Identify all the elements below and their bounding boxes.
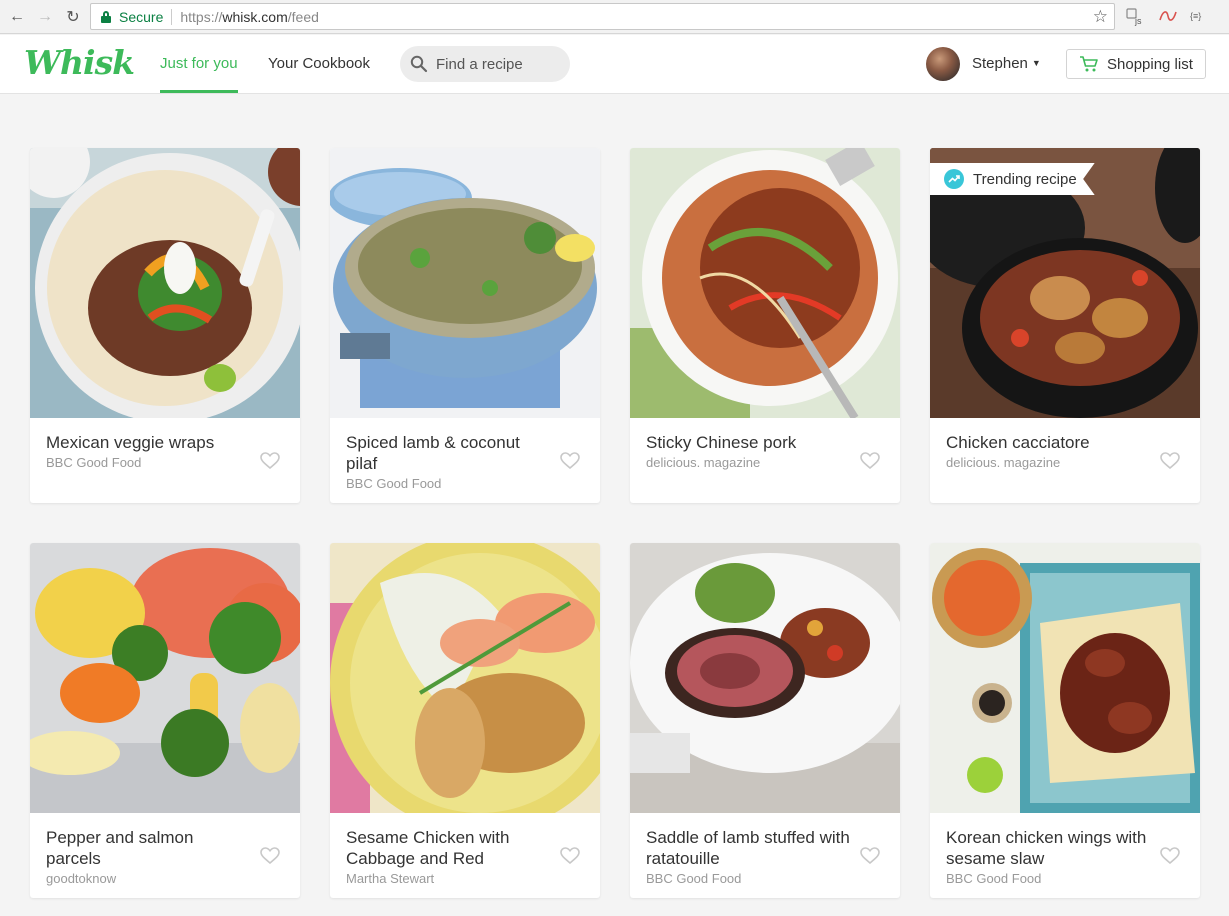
recipe-card[interactable]: Sesame Chicken with Cabbage and Red Mart…: [330, 543, 600, 898]
recipe-image[interactable]: [30, 543, 300, 813]
forward-icon[interactable]: →: [34, 6, 56, 28]
recipe-title[interactable]: Mexican veggie wraps: [46, 432, 250, 453]
user-menu[interactable]: Stephen ▼: [972, 55, 1041, 72]
recipe-image[interactable]: [930, 543, 1200, 813]
favorite-heart-icon[interactable]: [1160, 452, 1180, 470]
trending-badge: Trending recipe: [930, 163, 1095, 195]
secure-label: Secure: [119, 8, 164, 25]
recipe-source: BBC Good Food: [46, 455, 142, 470]
recipe-image[interactable]: [30, 148, 300, 423]
lock-icon: [101, 10, 111, 23]
whisk-logo[interactable]: Whisk: [24, 43, 135, 82]
recipe-title[interactable]: Korean chicken wings with sesame slaw: [946, 827, 1150, 869]
json-extension-icon[interactable]: {≡}: [1190, 11, 1201, 21]
user-name: Stephen: [972, 55, 1028, 72]
favorite-heart-icon[interactable]: [860, 847, 880, 865]
recipe-image[interactable]: [330, 148, 600, 418]
search-icon: [410, 55, 428, 73]
favorite-heart-icon[interactable]: [260, 847, 280, 865]
recipe-card[interactable]: Spiced lamb & coconut pilaf BBC Good Foo…: [330, 148, 600, 503]
shopping-list-button[interactable]: Shopping list: [1066, 49, 1206, 79]
shopping-list-label: Shopping list: [1107, 55, 1193, 73]
favorite-heart-icon[interactable]: [560, 847, 580, 865]
js-extension-icon[interactable]: js: [1126, 8, 1146, 29]
recipe-source: goodtoknow: [46, 871, 117, 886]
favorite-heart-icon[interactable]: [260, 452, 280, 470]
recipe-source: delicious. magazine: [646, 455, 761, 470]
recipe-card[interactable]: Trending recipe Chicken cacciatore delic…: [930, 148, 1200, 503]
search-input[interactable]: [436, 55, 556, 73]
recipe-source: BBC Good Food: [646, 871, 742, 886]
tab-just-for-you[interactable]: Just for you: [160, 35, 238, 93]
site-header: Whisk Just for you Your Cookbook Stephen…: [0, 35, 1229, 94]
recipe-meta: Korean chicken wings with sesame slaw BB…: [930, 813, 1200, 898]
recipe-title[interactable]: Spiced lamb & coconut pilaf: [346, 432, 550, 474]
caret-down-icon: ▼: [1031, 58, 1041, 68]
back-icon[interactable]: ←: [6, 6, 28, 28]
reload-icon[interactable]: ↻: [62, 6, 84, 28]
recipe-card[interactable]: Saddle of lamb stuffed with ratatouille …: [630, 543, 900, 898]
recipe-image[interactable]: [330, 543, 600, 833]
tab-your-cookbook[interactable]: Your Cookbook: [268, 35, 370, 93]
favorite-heart-icon[interactable]: [860, 452, 880, 470]
recipe-source: delicious. magazine: [946, 455, 1061, 470]
url-path: /feed: [287, 8, 319, 25]
avatar[interactable]: [926, 47, 960, 81]
favorite-heart-icon[interactable]: [560, 452, 580, 470]
recipe-search[interactable]: [400, 46, 570, 82]
omnibox-divider: [171, 8, 173, 25]
address-bar[interactable]: Secure https://whisk.com/feed ☆: [90, 3, 1115, 30]
recipe-source: BBC Good Food: [946, 871, 1042, 886]
browser-toolbar: ← → ↻ Secure https://whisk.com/feed ☆ js…: [0, 0, 1229, 34]
recipe-meta: Sticky Chinese pork delicious. magazine: [630, 418, 900, 503]
trending-label: Trending recipe: [973, 170, 1077, 188]
recipe-title[interactable]: Saddle of lamb stuffed with ratatouille: [646, 827, 850, 869]
recipe-meta: Sesame Chicken with Cabbage and Red Mart…: [330, 813, 600, 898]
recipe-meta: Spiced lamb & coconut pilaf BBC Good Foo…: [330, 418, 600, 503]
url-scheme: https://: [180, 8, 223, 25]
url-text: https://whisk.com/feed: [180, 9, 319, 25]
recipe-title[interactable]: Sticky Chinese pork: [646, 432, 850, 453]
recipe-meta: Mexican veggie wraps BBC Good Food: [30, 418, 300, 503]
recipe-title[interactable]: Sesame Chicken with Cabbage and Red: [346, 827, 550, 869]
recipe-image[interactable]: [630, 543, 900, 813]
favorite-heart-icon[interactable]: [1160, 847, 1180, 865]
recipe-image[interactable]: Trending recipe: [930, 148, 1200, 418]
trending-icon: [944, 169, 964, 189]
recipe-source: Martha Stewart: [346, 871, 435, 886]
recipe-image[interactable]: [630, 148, 900, 421]
recipe-card[interactable]: Korean chicken wings with sesame slaw BB…: [930, 543, 1200, 898]
svg-text:js: js: [1134, 16, 1142, 26]
recipe-meta: Pepper and salmon parcels goodtoknow: [30, 813, 300, 898]
recipe-title[interactable]: Chicken cacciatore: [946, 432, 1150, 453]
recipe-source: BBC Good Food: [346, 476, 442, 491]
recipe-card[interactable]: Pepper and salmon parcels goodtoknow: [30, 543, 300, 898]
bookmark-star-icon[interactable]: ☆: [1093, 7, 1108, 27]
url-host: whisk.com: [222, 8, 288, 25]
recipe-meta: Saddle of lamb stuffed with ratatouille …: [630, 813, 900, 898]
recipe-card[interactable]: Mexican veggie wraps BBC Good Food: [30, 148, 300, 503]
cart-icon: [1080, 56, 1098, 72]
recipe-meta: Chicken cacciatore delicious. magazine: [930, 418, 1200, 503]
tracking-extension-icon[interactable]: [1158, 8, 1178, 27]
recipe-card[interactable]: Sticky Chinese pork delicious. magazine: [630, 148, 900, 503]
recipe-title[interactable]: Pepper and salmon parcels: [46, 827, 250, 869]
